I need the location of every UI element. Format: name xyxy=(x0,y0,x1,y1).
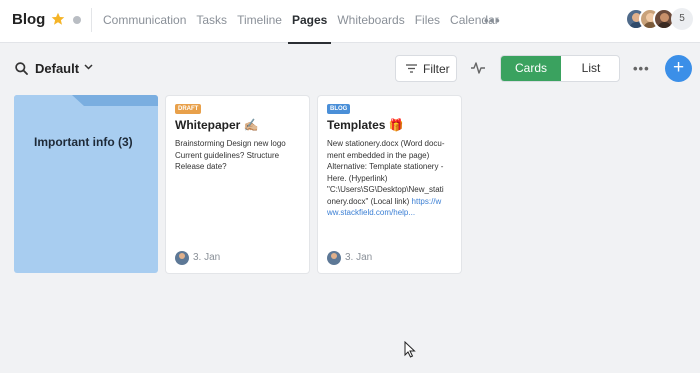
tab-communication[interactable]: Communication xyxy=(103,0,186,43)
preview-line: New stationery.docx (Word docu- xyxy=(327,139,445,148)
star-icon[interactable] xyxy=(51,12,65,26)
main-nav: Communication Tasks Timeline Pages White… xyxy=(103,0,509,44)
preview-line: Brainstorming Design new logo xyxy=(175,139,286,148)
folder-title: Important info (3) xyxy=(34,135,133,149)
tab-files[interactable]: Files xyxy=(415,0,440,43)
page-date: 3. Jan xyxy=(345,252,373,263)
view-selector[interactable]: Default xyxy=(35,61,79,76)
page-title: Whitepaper ✍🏼 xyxy=(175,118,259,132)
preview-line: Alternative: Template stationery - xyxy=(327,162,444,171)
page-title-text: Whitepaper xyxy=(175,118,241,132)
add-button[interactable]: + xyxy=(665,55,692,82)
page-title-text: Templates xyxy=(327,118,386,132)
mouse-cursor-icon xyxy=(404,341,416,358)
tab-timeline[interactable]: Timeline xyxy=(237,0,282,43)
member-count-badge[interactable]: 5 xyxy=(671,8,693,30)
page-date: 3. Jan xyxy=(193,252,221,263)
folder-tab xyxy=(14,95,158,106)
preview-text: onery.docx" (Local link) xyxy=(327,196,412,206)
filter-button[interactable]: Filter xyxy=(395,55,457,82)
writing-hand-icon: ✍🏼 xyxy=(243,118,259,132)
tab-tasks[interactable]: Tasks xyxy=(196,0,227,43)
preview-line: onery.docx" (Local link) https://w xyxy=(327,196,455,208)
page-title: Templates 🎁 xyxy=(327,118,404,132)
filter-icon xyxy=(406,64,417,73)
activity-icon[interactable] xyxy=(471,61,485,75)
tab-whiteboards[interactable]: Whiteboards xyxy=(337,0,404,43)
help-link[interactable]: ww.stackfield.com/help... xyxy=(327,207,455,219)
preview-line: Release date? xyxy=(175,162,227,171)
page-preview: New stationery.docx (Word docu- ment emb… xyxy=(327,138,455,219)
chevron-down-icon[interactable] xyxy=(84,64,93,70)
preview-line: Current guidelines? Structure xyxy=(175,150,280,160)
status-badge: DRAFT xyxy=(175,104,202,114)
list-view-button[interactable]: List xyxy=(561,56,619,81)
preview-line: Here. (Hyperlink) xyxy=(327,173,388,183)
author-avatar xyxy=(327,251,341,265)
preview-line: ment embedded in the page) xyxy=(327,150,430,160)
page-card-templates[interactable]: BLOG Templates 🎁 New stationery.docx (Wo… xyxy=(318,96,461,273)
search-icon[interactable] xyxy=(15,62,28,75)
help-link[interactable]: https://w xyxy=(412,197,442,206)
preview-line: "C:\Users\SG\Desktop\New_stati xyxy=(327,185,444,194)
folder-card[interactable]: Important info (3) xyxy=(14,95,158,273)
nav-more-button[interactable]: ••• xyxy=(484,13,501,28)
status-dot-icon xyxy=(73,16,81,24)
author-avatar xyxy=(175,251,189,265)
page-preview: Brainstorming Design new logo Current gu… xyxy=(175,138,303,173)
status-badge: BLOG xyxy=(327,104,351,114)
cards-view-button[interactable]: Cards xyxy=(501,56,561,81)
page-card-whitepaper[interactable]: DRAFT Whitepaper ✍🏼 Brainstorming Design… xyxy=(166,96,309,273)
divider xyxy=(91,8,92,32)
app-title: Blog xyxy=(12,11,46,28)
gift-icon: 🎁 xyxy=(388,118,404,132)
top-bar: Blog Communication Tasks Timeline Pages … xyxy=(0,0,700,44)
tab-pages[interactable]: Pages xyxy=(287,0,332,44)
view-toggle: Cards List xyxy=(500,55,620,82)
filter-label: Filter xyxy=(423,62,450,76)
more-options-button[interactable]: ••• xyxy=(633,61,650,76)
